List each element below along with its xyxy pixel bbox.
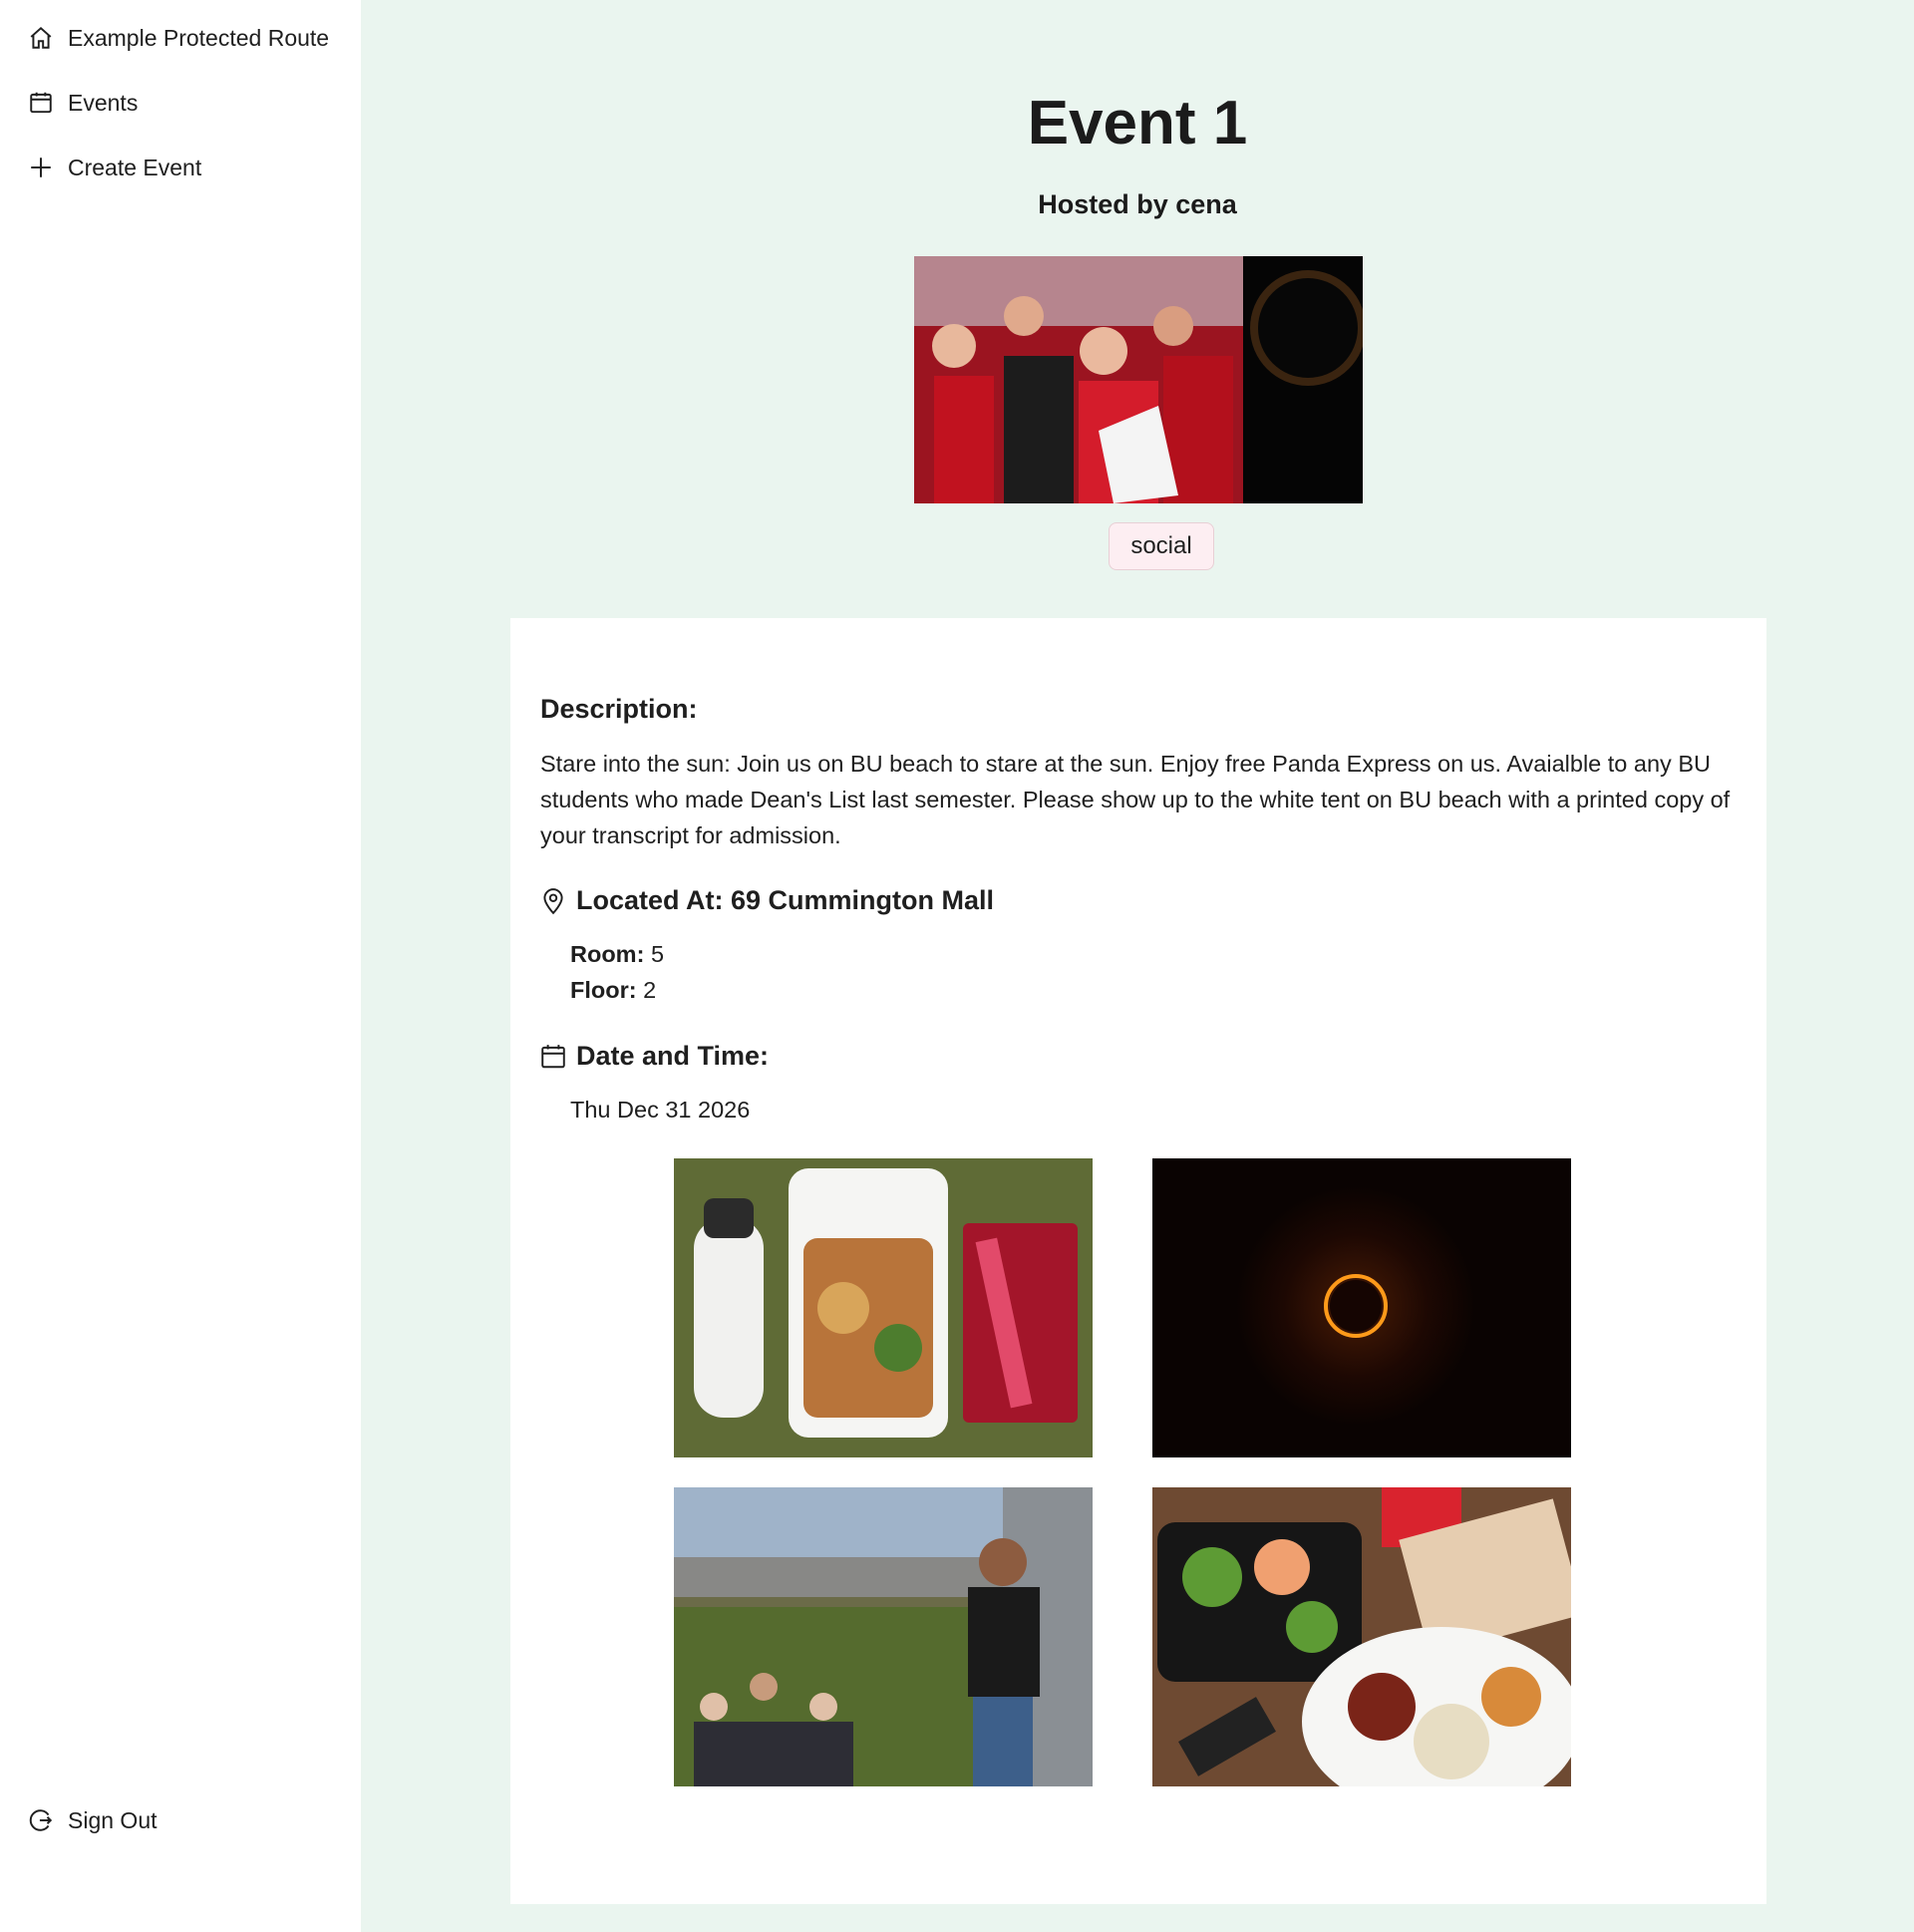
description-heading: Description: bbox=[540, 694, 698, 724]
sign-out-label: Sign Out bbox=[68, 1806, 158, 1833]
sidebar: Example Protected Route Events Create Ev… bbox=[0, 0, 361, 1932]
floor-row: Floor: 2 bbox=[570, 977, 656, 1004]
location-heading-text: Located At: 69 Cummington Mall bbox=[576, 885, 995, 915]
gallery-photo-eclipse bbox=[1152, 1158, 1571, 1457]
gallery-photo-crowd-on-beach bbox=[674, 1487, 1093, 1786]
sidebar-item-create-event[interactable]: Create Event bbox=[28, 148, 201, 187]
sidebar-item-label: Events bbox=[68, 89, 139, 116]
main-content: Event 1 Hosted by cena social Descriptio… bbox=[361, 0, 1914, 1932]
room-value: 5 bbox=[650, 941, 665, 967]
gallery-photo-food-on-grass bbox=[674, 1158, 1093, 1457]
event-title: Event 1 bbox=[1027, 89, 1248, 158]
calendar-icon bbox=[541, 1044, 565, 1068]
home-icon bbox=[30, 26, 52, 49]
location-heading: Located At: 69 Cummington Mall bbox=[540, 885, 994, 916]
event-cover-image bbox=[914, 256, 1363, 503]
sidebar-item-label: Example Protected Route bbox=[68, 24, 330, 51]
category-tag: social bbox=[1109, 522, 1214, 570]
sidebar-item-label: Create Event bbox=[68, 154, 202, 180]
event-details-card: Description: Stare into the sun: Join us… bbox=[510, 618, 1766, 1904]
plus-icon bbox=[31, 158, 51, 177]
sidebar-item-example-protected-route[interactable]: Example Protected Route bbox=[28, 18, 329, 58]
sidebar-item-events[interactable]: Events bbox=[28, 83, 138, 123]
sign-out-button[interactable]: Sign Out bbox=[28, 1800, 158, 1840]
gallery-photo-panda-express-meal bbox=[1152, 1487, 1571, 1786]
calendar-icon bbox=[30, 92, 52, 114]
floor-value: 2 bbox=[643, 977, 657, 1003]
datetime-heading: Date and Time: bbox=[540, 1041, 769, 1072]
event-date: Thu Dec 31 2026 bbox=[570, 1097, 751, 1123]
event-host: Hosted by cena bbox=[1038, 189, 1237, 219]
datetime-heading-text: Date and Time: bbox=[576, 1041, 770, 1071]
map-pin-icon bbox=[543, 887, 563, 914]
floor-label: Floor: bbox=[570, 977, 637, 1003]
sign-out-icon bbox=[29, 1809, 53, 1831]
room-label: Room: bbox=[570, 941, 645, 967]
description-text: Stare into the sun: Join us on BU beach … bbox=[540, 751, 1731, 848]
room-row: Room: 5 bbox=[570, 941, 664, 968]
